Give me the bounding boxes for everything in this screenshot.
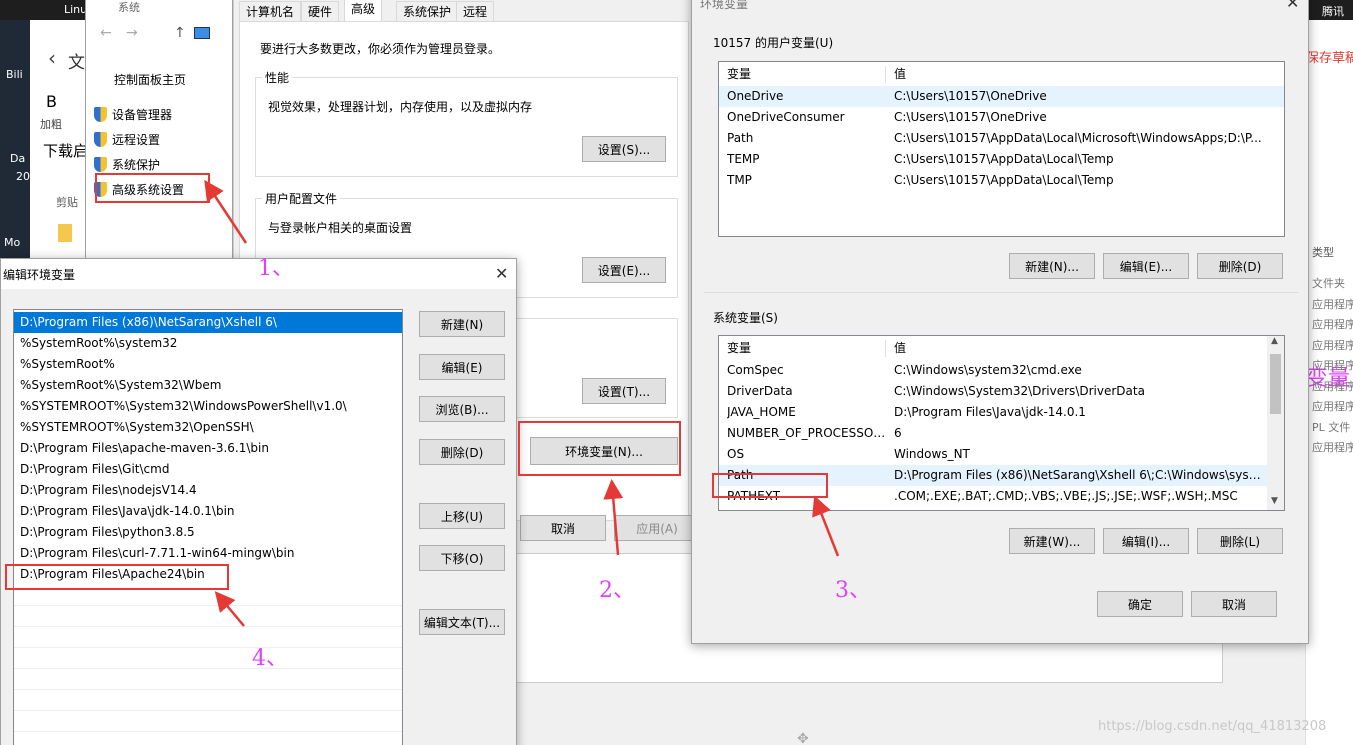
arrow-3 (812, 495, 840, 557)
annotation-step-4: 4、 (252, 646, 288, 671)
annotation-arrows (204, 179, 840, 627)
annotation-step-3: 3、 (835, 578, 871, 603)
arrow-2 (603, 479, 624, 556)
annotation-step-1: 1、 (258, 256, 294, 281)
arrow-1 (204, 179, 248, 244)
annotation-step-2: 2、 (599, 578, 635, 603)
arrow-4 (214, 591, 245, 627)
